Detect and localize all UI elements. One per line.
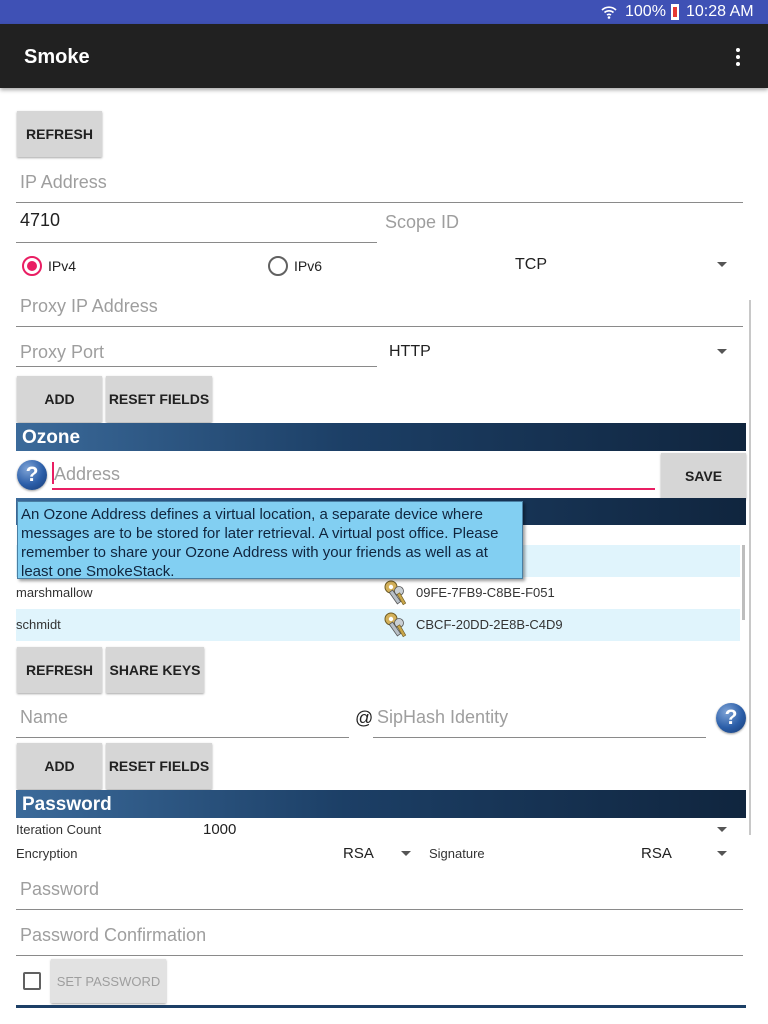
page-scrollbar[interactable]: [749, 300, 751, 835]
participant-name-field[interactable]: Name: [16, 697, 349, 738]
clock: 10:28 AM: [686, 3, 754, 20]
key-icon: [384, 612, 407, 638]
iteration-count-label: Iteration Count: [16, 822, 102, 837]
chevron-down-icon: [717, 827, 727, 832]
password-placeholder: Password: [20, 879, 100, 899]
participants-scrollbar[interactable]: [742, 545, 745, 620]
proxy-port-field[interactable]: Proxy Port: [16, 326, 377, 367]
signature-spinner[interactable]: RSA: [636, 842, 740, 864]
proxy-type-value: HTTP: [389, 343, 431, 360]
chevron-down-icon: [717, 349, 727, 354]
reset-neighbor-fields-button[interactable]: RESET FIELDS: [106, 376, 212, 422]
participant-name: schmidt: [16, 617, 61, 632]
port-value: 4710: [20, 210, 61, 230]
list-item[interactable]: schmidt CBCF-20DD-2E8B-C4D9: [16, 609, 740, 641]
encryption-label: Encryption: [16, 846, 78, 861]
chevron-down-icon: [717, 262, 727, 267]
ipv6-radio[interactable]: [268, 256, 288, 276]
iteration-count-spinner[interactable]: 1000: [198, 818, 740, 840]
ipv4-label: IPv4: [48, 258, 77, 274]
set-password-checkbox[interactable]: [23, 972, 41, 990]
battery-percent: 100%: [625, 3, 666, 20]
signature-label: Signature: [429, 846, 485, 861]
wifi-icon: [601, 6, 617, 19]
participant-id: CBCF-20DD-2E8B-C4D9: [416, 617, 563, 632]
encryption-spinner[interactable]: RSA: [338, 842, 416, 864]
port-field[interactable]: 4710: [16, 202, 377, 243]
password-section-header: Password: [16, 790, 746, 818]
app-bar: Smoke: [0, 24, 768, 88]
key-icon: [384, 580, 407, 606]
add-neighbor-button[interactable]: ADD: [17, 376, 102, 422]
refresh-participants-button[interactable]: REFRESH: [17, 647, 102, 693]
reset-participant-fields-button[interactable]: RESET FIELDS: [106, 743, 212, 789]
at-symbol: @: [355, 708, 374, 728]
chevron-down-icon: [401, 851, 411, 856]
ip-address-field[interactable]: IP Address: [16, 162, 743, 203]
siphash-identity-field[interactable]: SipHash Identity: [373, 697, 706, 738]
ozone-address-field[interactable]: Address: [52, 458, 655, 490]
participant-id: 09FE-7FB9-C8BE-F051: [416, 585, 555, 600]
add-participant-button[interactable]: ADD: [17, 743, 102, 789]
participant-name: marshmallow: [16, 585, 93, 600]
ozone-address-placeholder: Address: [54, 464, 121, 484]
password-confirmation-field[interactable]: Password Confirmation: [16, 915, 743, 956]
ozone-header-label: Ozone: [22, 427, 81, 448]
proxy-ip-placeholder: Proxy IP Address: [20, 296, 158, 316]
ozone-section-header: Ozone: [16, 423, 746, 451]
status-bar: 100% 10:28 AM: [0, 0, 768, 24]
help-icon[interactable]: ?: [716, 703, 746, 733]
participant-name-placeholder: Name: [20, 707, 69, 727]
transport-value: TCP: [515, 256, 547, 273]
password-field[interactable]: Password: [16, 869, 743, 910]
ipv6-label: IPv6: [294, 258, 323, 274]
refresh-neighbors-button[interactable]: REFRESH: [17, 111, 102, 157]
proxy-port-placeholder: Proxy Port: [20, 342, 105, 362]
share-keys-button[interactable]: SHARE KEYS: [106, 647, 204, 693]
ip-address-placeholder: IP Address: [20, 172, 107, 192]
password-header-label: Password: [22, 794, 112, 815]
signature-value: RSA: [641, 845, 672, 862]
siphash-identity-placeholder: SipHash Identity: [377, 707, 509, 727]
ipv4-radio[interactable]: [22, 256, 42, 276]
proxy-type-spinner[interactable]: HTTP: [384, 337, 740, 367]
scope-id-field[interactable]: Scope ID: [381, 202, 743, 242]
scope-id-placeholder: Scope ID: [385, 212, 460, 232]
password-confirmation-placeholder: Password Confirmation: [20, 925, 207, 945]
help-icon[interactable]: ?: [17, 460, 47, 490]
app-title: Smoke: [24, 46, 90, 68]
save-ozone-button[interactable]: SAVE: [661, 453, 746, 499]
ozone-tooltip: An Ozone Address defines a virtual locat…: [17, 501, 523, 580]
list-item[interactable]: marshmallow 09FE-7FB9-C8BE-F051: [16, 577, 740, 609]
iteration-count-value: 1000: [203, 821, 237, 838]
chevron-down-icon: [717, 851, 727, 856]
set-password-button[interactable]: SET PASSWORD: [51, 959, 166, 1003]
next-section-header-edge: [16, 1005, 746, 1008]
encryption-value: RSA: [343, 845, 374, 862]
proxy-ip-field[interactable]: Proxy IP Address: [16, 286, 743, 327]
battery-icon: [671, 4, 679, 20]
transport-spinner[interactable]: TCP: [510, 250, 740, 280]
overflow-menu-icon[interactable]: [728, 44, 748, 72]
